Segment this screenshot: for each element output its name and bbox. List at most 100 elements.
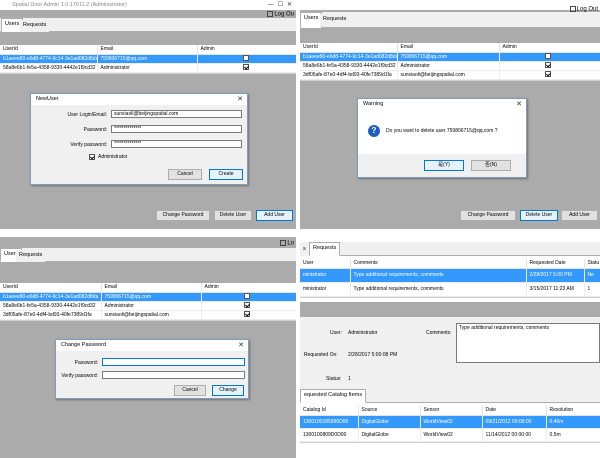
window-controls[interactable]: —☐✕ [268,0,296,10]
close-icon[interactable]: ✕ [238,340,244,351]
cell-status: Ne [584,268,600,283]
quadrant-change-password: Users Requests Lo UserId Email Admin b1aee… [0,237,296,458]
col-catalog-id[interactable]: Catalog Id [300,406,359,416]
col-date[interactable]: Date [482,406,547,416]
new-password-field[interactable] [102,358,245,366]
question-icon: ? [368,125,380,137]
col-source[interactable]: Source [358,406,421,416]
col-userid[interactable]: UserId [300,43,398,53]
tab-strip: Users Requests Log Ou [0,11,296,32]
logout-icon [569,6,576,12]
cancel-button[interactable]: Cancel [168,169,202,180]
request-detail-panel: User: Administrator Comments: Type addit… [300,317,600,389]
users-grid: UserId Email Admin b1aeee80-e6d8-4774-9c14… [0,45,296,74]
col-admin[interactable]: Admin [201,283,296,293]
admin-checkbox[interactable] [544,71,551,78]
change-button[interactable]: Change [212,385,244,396]
yes-button[interactable]: 是(Y) [424,160,464,171]
cell-comments: Type additional requirements, comments [350,268,527,283]
detail-status-label: Status: [326,376,342,382]
cell-resolution: 0.46m [546,415,600,429]
login-email-field[interactable]: sunxiaoli@beijingspatial.com [111,110,242,118]
cell-catalog-id: 1300100809D0D00 [300,428,359,442]
table-row[interactable]: 58a8e6b1-fe5a-4358-9330-4442e1f9cd32 Admi… [0,301,296,311]
window-titlebar [300,0,600,10]
tab-strip: Users Requests Lo [0,240,296,262]
col-email[interactable]: Email [397,43,500,53]
delete-user-button[interactable]: Delete User [520,210,558,221]
table-row[interactable]: ministrator Type additional requirements,… [300,282,600,297]
tab-strip: s Requests [300,242,600,256]
admin-checkbox[interactable] [243,293,250,300]
detail-status-value: 1 [348,376,351,382]
col-userid[interactable]: UserId [0,283,102,293]
table-row[interactable]: 1300100809D0D00 DigitalGlobe WorldView02 11… [300,428,600,442]
no-button[interactable]: 否(N) [471,160,511,171]
col-email[interactable]: Email [101,283,202,293]
logout-label: Log Out [576,6,598,13]
col-userid[interactable]: UserId [0,45,98,55]
close-icon[interactable]: ✕ [516,99,522,110]
cell-userid: 58a8e6b1-fe5a-4358-9330-4442e1f9cd32 [0,301,102,311]
change-password-button[interactable]: Change Password [156,210,210,221]
tab-requests[interactable]: Requests [20,20,50,32]
cell-email: Administrator [397,61,500,71]
col-status[interactable]: Statu [584,259,600,269]
admin-checkbox[interactable] [544,53,551,60]
close-icon[interactable]: ✕ [237,94,243,105]
detail-comments-label: Comments: [426,330,452,336]
table-row[interactable]: 3df05afe-87e0-4df4-bd93-40fe7389d1fa sunx… [0,310,296,320]
administrator-checkbox[interactable] [89,154,95,160]
logout-icon [280,240,287,246]
cell-userid: b1aeee80-e6d8-4774-9c14-3e1ad082d8da [0,292,102,302]
col-admin[interactable]: Admin [197,45,296,55]
cell-user: ministrator [300,282,351,297]
catalog-grid: Catalog Id Source Sensor Date Resolution 130… [300,406,600,443]
table-row[interactable]: b1aeee80-e6d8-4774-9c14-3e1ad082d8da 7598… [0,292,296,302]
table-row[interactable]: b1aeee80-e6d8-4774-9c14-3e1ad082d8da 7598… [300,52,600,62]
col-email[interactable]: Email [97,45,198,55]
admin-checkbox[interactable] [544,62,551,69]
tab-strip: Users Requests Log Out [300,6,600,28]
col-comments[interactable]: Comments [350,259,527,269]
logout-link[interactable]: Log Out [569,6,598,13]
verify-password-field[interactable] [102,371,245,379]
admin-checkbox[interactable] [242,64,249,71]
cell-comments: Type additional requirements, comments [350,282,527,297]
change-password-button[interactable]: Change Password [460,210,516,221]
delete-user-button[interactable]: Delete User [214,210,252,221]
table-row[interactable]: 58a8e6b1-fe5a-4358-9330-4442e1f9cd32 Admi… [0,63,296,73]
verify-password-label: Verify password: [61,373,98,379]
password-label: Password: [74,360,98,366]
cell-email: 759806715@qq.com [97,54,198,64]
detail-user-label: User: [330,330,342,336]
password-field[interactable]: ************** [111,125,242,133]
add-user-button[interactable]: Add User [561,210,598,221]
table-row[interactable]: b1aeee80-e6d8-4774-9c14-3e1ad082d8da 7598… [0,54,296,64]
tab-requests[interactable]: Requests [320,14,350,26]
logout-link[interactable]: Lo [280,240,294,247]
cell-userid: 58a8e6b1-fe5a-4358-9330-4442e1f9cd32 [0,63,98,73]
cancel-button[interactable]: Cancel [174,385,206,396]
col-sensor[interactable]: Sensor [420,406,483,416]
tab-requests[interactable]: Requests [16,250,46,262]
table-row[interactable]: 3df05afe-87e0-4df4-bd93-40fe7389d1fa sunx… [300,70,600,80]
admin-checkbox[interactable] [243,302,250,309]
tab-users[interactable]: s [300,244,309,256]
logout-link[interactable]: Log Ou [267,11,294,18]
table-row[interactable]: 58a8e6b1-fe5a-4358-9330-4442e1f9cd32 Admi… [300,61,600,71]
col-user[interactable]: User [300,259,351,269]
add-user-button[interactable]: Add User [256,210,293,221]
table-row[interactable]: ministrator Type additional requirements,… [300,268,600,283]
table-row[interactable]: 1300100185990D00 DigitalGlobe WorldView02 0… [300,415,600,429]
col-requested-date[interactable]: Requested Date [526,259,585,269]
tab-requested-catalog-items[interactable]: equested Catalog Items [300,389,367,403]
tab-requests[interactable]: Requests [309,242,341,256]
comments-textbox[interactable]: Type additional requirements, comments [456,323,600,363]
col-resolution[interactable]: Resolution [546,406,600,416]
admin-checkbox[interactable] [243,311,250,318]
admin-checkbox[interactable] [242,55,249,62]
verify-password-field[interactable]: ************** [111,140,242,148]
col-admin[interactable]: Admin [499,43,600,53]
create-button[interactable]: Create [209,169,243,180]
